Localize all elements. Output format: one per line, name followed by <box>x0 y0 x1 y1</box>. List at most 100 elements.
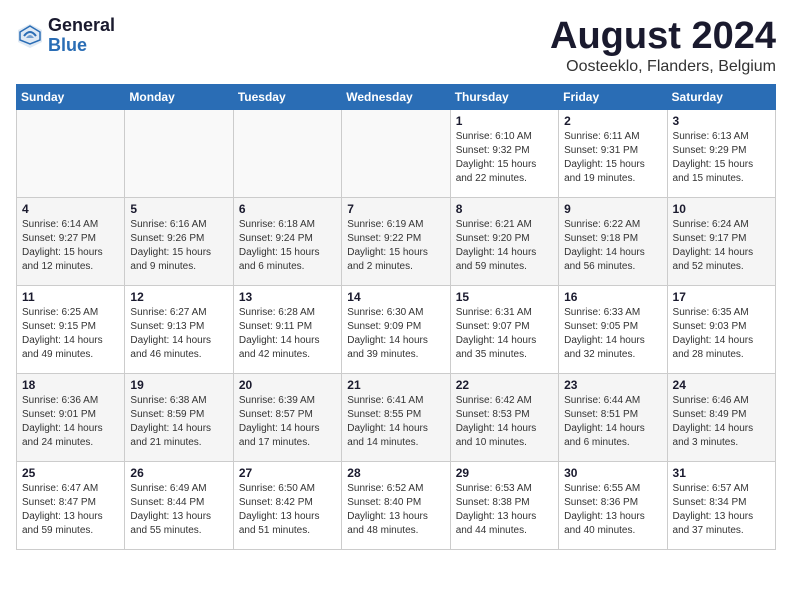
weekday-header-sunday: Sunday <box>17 84 125 109</box>
day-number: 4 <box>22 202 119 216</box>
day-number: 24 <box>673 378 770 392</box>
page-header: General Blue August 2024 Oosteeklo, Flan… <box>16 16 776 76</box>
calendar-cell: 7Sunrise: 6:19 AM Sunset: 9:22 PM Daylig… <box>342 197 450 285</box>
calendar-cell: 24Sunrise: 6:46 AM Sunset: 8:49 PM Dayli… <box>667 373 775 461</box>
calendar-cell: 4 Sunrise: 6:14 AM Sunset: 9:27 PM Daylig… <box>17 197 125 285</box>
calendar-cell: 16Sunrise: 6:33 AM Sunset: 9:05 PM Dayli… <box>559 285 667 373</box>
day-number: 8 <box>456 202 553 216</box>
day-number: 20 <box>239 378 336 392</box>
day-number: 11 <box>22 290 119 304</box>
day-number: 29 <box>456 466 553 480</box>
day-number: 27 <box>239 466 336 480</box>
calendar-cell: 20 Sunrise: 6:39 AM Sunset: 8:57 PM Dayli… <box>233 373 341 461</box>
day-number: 10 <box>673 202 770 216</box>
calendar-cell <box>17 109 125 197</box>
weekday-header-monday: Monday <box>125 84 233 109</box>
day-info: Sunrise: 6:18 AM Sunset: 9:24 PM Dayligh… <box>239 218 336 274</box>
day-info: Sunrise: 6:44 AM Sunset: 8:51 PM Dayligh… <box>564 394 661 450</box>
calendar-header: SundayMondayTuesdayWednesdayThursdayFrid… <box>17 84 776 109</box>
calendar-body: 1Sunrise: 6:10 AM Sunset: 9:32 PM Daylig… <box>17 109 776 549</box>
calendar-cell: 23 Sunrise: 6:44 AM Sunset: 8:51 PM Dayli… <box>559 373 667 461</box>
weekday-header-tuesday: Tuesday <box>233 84 341 109</box>
day-info: Sunrise: 6:35 AM Sunset: 9:03 PM Dayligh… <box>673 306 770 362</box>
day-number: 5 <box>130 202 227 216</box>
calendar-cell: 10 Sunrise: 6:24 AM Sunset: 9:17 PM Dayli… <box>667 197 775 285</box>
day-number: 2 <box>564 114 661 128</box>
day-number: 31 <box>673 466 770 480</box>
day-info: Sunrise: 6:11 AM Sunset: 9:31 PM Dayligh… <box>564 130 661 186</box>
day-number: 3 <box>673 114 770 128</box>
day-number: 6 <box>239 202 336 216</box>
day-info: Sunrise: 6:50 AM Sunset: 8:42 PM Dayligh… <box>239 482 336 538</box>
calendar-cell: 15Sunrise: 6:31 AM Sunset: 9:07 PM Dayli… <box>450 285 558 373</box>
weekday-header-friday: Friday <box>559 84 667 109</box>
day-info: Sunrise: 6:52 AM Sunset: 8:40 PM Dayligh… <box>347 482 444 538</box>
day-number: 16 <box>564 290 661 304</box>
calendar-cell: 5Sunrise: 6:16 AM Sunset: 9:26 PM Daylig… <box>125 197 233 285</box>
day-info: Sunrise: 6:42 AM Sunset: 8:53 PM Dayligh… <box>456 394 553 450</box>
calendar-cell: 28 Sunrise: 6:52 AM Sunset: 8:40 PM Dayli… <box>342 461 450 549</box>
day-info: Sunrise: 6:13 AM Sunset: 9:29 PM Dayligh… <box>673 130 770 186</box>
calendar-cell: 22 Sunrise: 6:42 AM Sunset: 8:53 PM Dayli… <box>450 373 558 461</box>
calendar-cell: 13 Sunrise: 6:28 AM Sunset: 9:11 PM Dayli… <box>233 285 341 373</box>
calendar-cell: 30Sunrise: 6:55 AM Sunset: 8:36 PM Dayli… <box>559 461 667 549</box>
calendar-cell: 12 Sunrise: 6:27 AM Sunset: 9:13 PM Dayli… <box>125 285 233 373</box>
calendar-cell: 17 Sunrise: 6:35 AM Sunset: 9:03 PM Dayli… <box>667 285 775 373</box>
calendar-cell <box>233 109 341 197</box>
day-number: 25 <box>22 466 119 480</box>
logo-icon <box>16 22 44 50</box>
day-info: Sunrise: 6:41 AM Sunset: 8:55 PM Dayligh… <box>347 394 444 450</box>
calendar-week-2: 4 Sunrise: 6:14 AM Sunset: 9:27 PM Daylig… <box>17 197 776 285</box>
title-block: August 2024 Oosteeklo, Flanders, Belgium <box>550 16 776 76</box>
calendar-cell: 19 Sunrise: 6:38 AM Sunset: 8:59 PM Dayli… <box>125 373 233 461</box>
calendar-cell: 29Sunrise: 6:53 AM Sunset: 8:38 PM Dayli… <box>450 461 558 549</box>
calendar-cell: 31 Sunrise: 6:57 AM Sunset: 8:34 PM Dayli… <box>667 461 775 549</box>
weekday-header-thursday: Thursday <box>450 84 558 109</box>
calendar-table: SundayMondayTuesdayWednesdayThursdayFrid… <box>16 84 776 550</box>
calendar-cell: 11 Sunrise: 6:25 AM Sunset: 9:15 PM Dayli… <box>17 285 125 373</box>
calendar-week-1: 1Sunrise: 6:10 AM Sunset: 9:32 PM Daylig… <box>17 109 776 197</box>
day-info: Sunrise: 6:47 AM Sunset: 8:47 PM Dayligh… <box>22 482 119 538</box>
day-number: 12 <box>130 290 227 304</box>
calendar-week-5: 25 Sunrise: 6:47 AM Sunset: 8:47 PM Dayli… <box>17 461 776 549</box>
day-info: Sunrise: 6:25 AM Sunset: 9:15 PM Dayligh… <box>22 306 119 362</box>
calendar-cell <box>125 109 233 197</box>
day-info: Sunrise: 6:24 AM Sunset: 9:17 PM Dayligh… <box>673 218 770 274</box>
day-number: 19 <box>130 378 227 392</box>
day-info: Sunrise: 6:31 AM Sunset: 9:07 PM Dayligh… <box>456 306 553 362</box>
calendar-cell: 18 Sunrise: 6:36 AM Sunset: 9:01 PM Dayli… <box>17 373 125 461</box>
day-info: Sunrise: 6:49 AM Sunset: 8:44 PM Dayligh… <box>130 482 227 538</box>
day-info: Sunrise: 6:14 AM Sunset: 9:27 PM Dayligh… <box>22 218 119 274</box>
weekday-header-row: SundayMondayTuesdayWednesdayThursdayFrid… <box>17 84 776 109</box>
day-number: 26 <box>130 466 227 480</box>
day-number: 30 <box>564 466 661 480</box>
calendar-cell: 2 Sunrise: 6:11 AM Sunset: 9:31 PM Daylig… <box>559 109 667 197</box>
calendar-cell: 26 Sunrise: 6:49 AM Sunset: 8:44 PM Dayli… <box>125 461 233 549</box>
day-number: 22 <box>456 378 553 392</box>
calendar-cell: 14Sunrise: 6:30 AM Sunset: 9:09 PM Dayli… <box>342 285 450 373</box>
calendar-week-4: 18 Sunrise: 6:36 AM Sunset: 9:01 PM Dayli… <box>17 373 776 461</box>
day-info: Sunrise: 6:39 AM Sunset: 8:57 PM Dayligh… <box>239 394 336 450</box>
calendar-cell: 6 Sunrise: 6:18 AM Sunset: 9:24 PM Daylig… <box>233 197 341 285</box>
day-number: 9 <box>564 202 661 216</box>
day-info: Sunrise: 6:28 AM Sunset: 9:11 PM Dayligh… <box>239 306 336 362</box>
location-subtitle: Oosteeklo, Flanders, Belgium <box>550 58 776 76</box>
day-number: 21 <box>347 378 444 392</box>
day-number: 13 <box>239 290 336 304</box>
day-info: Sunrise: 6:38 AM Sunset: 8:59 PM Dayligh… <box>130 394 227 450</box>
calendar-cell: 1Sunrise: 6:10 AM Sunset: 9:32 PM Daylig… <box>450 109 558 197</box>
day-number: 17 <box>673 290 770 304</box>
day-number: 18 <box>22 378 119 392</box>
day-info: Sunrise: 6:36 AM Sunset: 9:01 PM Dayligh… <box>22 394 119 450</box>
calendar-cell <box>342 109 450 197</box>
day-info: Sunrise: 6:19 AM Sunset: 9:22 PM Dayligh… <box>347 218 444 274</box>
calendar-cell: 21 Sunrise: 6:41 AM Sunset: 8:55 PM Dayli… <box>342 373 450 461</box>
day-number: 23 <box>564 378 661 392</box>
calendar-week-3: 11 Sunrise: 6:25 AM Sunset: 9:15 PM Dayli… <box>17 285 776 373</box>
day-info: Sunrise: 6:27 AM Sunset: 9:13 PM Dayligh… <box>130 306 227 362</box>
logo-blue-text: Blue <box>48 36 115 56</box>
day-number: 28 <box>347 466 444 480</box>
calendar-cell: 9Sunrise: 6:22 AM Sunset: 9:18 PM Daylig… <box>559 197 667 285</box>
weekday-header-wednesday: Wednesday <box>342 84 450 109</box>
day-info: Sunrise: 6:57 AM Sunset: 8:34 PM Dayligh… <box>673 482 770 538</box>
